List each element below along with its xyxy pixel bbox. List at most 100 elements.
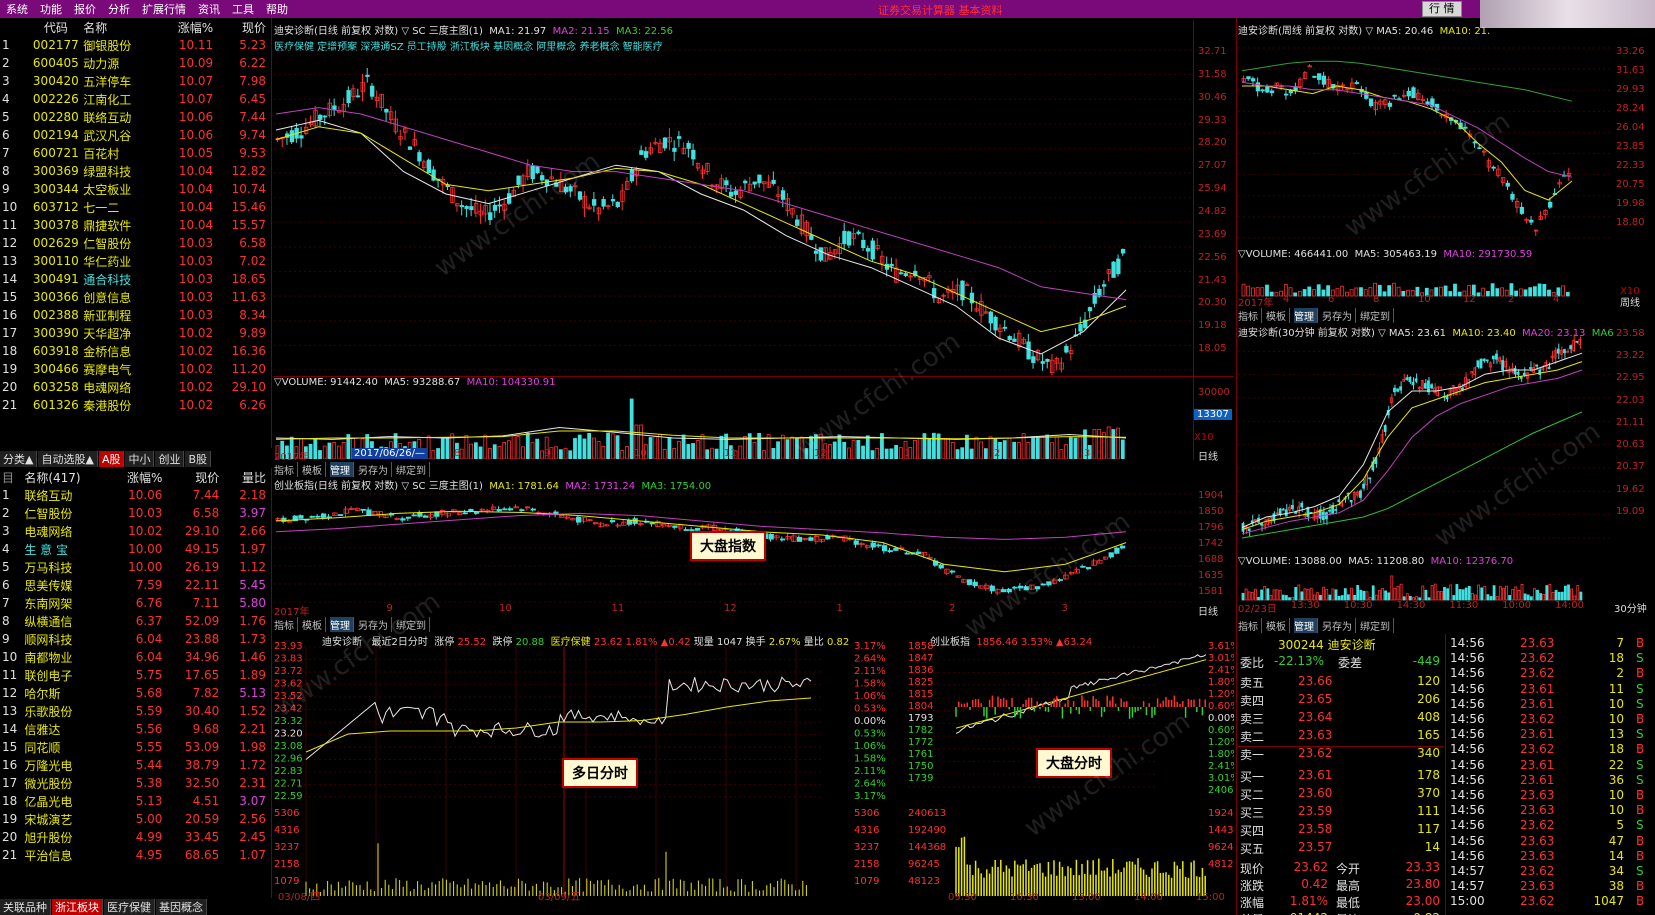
- toolbar-button[interactable]: 模板: [1266, 308, 1290, 323]
- watchlist-row[interactable]: 1 联络互动 10.06 7.44 2.18: [0, 486, 268, 504]
- period-weekly[interactable]: 周线: [1620, 294, 1640, 309]
- ranking-cell: 绿盟科技: [83, 164, 132, 179]
- watchlist-row[interactable]: 9 顺网科技 6.04 23.88 1.73: [0, 630, 268, 648]
- toolbar-button[interactable]: 另存为: [358, 462, 392, 477]
- ranking-row[interactable]: 16 002388 新亚制程 10.03 8.34: [0, 306, 268, 324]
- category-tab[interactable]: 分类▲: [0, 451, 38, 467]
- category-tab[interactable]: A股: [98, 451, 125, 467]
- ranking-row[interactable]: 14 300491 通合科技 10.03 18.65: [0, 270, 268, 288]
- toolbar-button[interactable]: 指标: [1238, 308, 1262, 323]
- col-ratio2[interactable]: 量比: [221, 468, 268, 486]
- toolbar-button[interactable]: 指标: [1238, 618, 1262, 633]
- menu-analysis[interactable]: 分析: [102, 1, 136, 17]
- ranking-row[interactable]: 17 300390 天华超净 10.02 9.89: [0, 324, 268, 342]
- toolbar-button[interactable]: 管理: [1294, 618, 1318, 633]
- category-tab[interactable]: 中小: [125, 451, 155, 467]
- menu-function[interactable]: 功能: [34, 1, 68, 17]
- toolbar-button[interactable]: 另存为: [1322, 618, 1356, 633]
- toolbar-button[interactable]: 管理: [330, 462, 354, 477]
- watchlist-row[interactable]: 6 思美传媒 7.59 22.11 5.45: [0, 576, 268, 594]
- menu-ad-text[interactable]: 证券交易计算器 基本资料: [878, 2, 1003, 18]
- category-tab[interactable]: B股: [185, 451, 212, 467]
- watchlist-row[interactable]: 20 旭升股份 4.99 33.45 2.45: [0, 828, 268, 846]
- col-code[interactable]: 代码: [30, 18, 81, 36]
- ranking-row[interactable]: 6 002194 武汉凡谷 10.06 9.74: [0, 126, 268, 144]
- category-tab[interactable]: 自动选股▲: [38, 451, 98, 467]
- menu-tools[interactable]: 工具: [226, 1, 260, 17]
- ranking-row[interactable]: 13 300110 华仁药业 10.03 7.02: [0, 252, 268, 270]
- toolbar-button[interactable]: 管理: [330, 617, 354, 632]
- watchlist-row[interactable]: 18 亿晶光电 5.13 4.51 3.07: [0, 792, 268, 810]
- toolbar-button[interactable]: 指标: [274, 462, 298, 477]
- toolbar-button[interactable]: 绑定到: [396, 617, 430, 632]
- watchlist-row[interactable]: 12 哈尔斯 5.68 7.82 5.13: [0, 684, 268, 702]
- weekly-chart[interactable]: 迪安诊断(周线 前复权 对数) ▽ MA5: 20.46 MA10: 21. ▽…: [1238, 20, 1613, 310]
- watchlist-row[interactable]: 15 同花顺 5.55 53.09 1.98: [0, 738, 268, 756]
- col-price2[interactable]: 现价: [164, 468, 221, 486]
- toolbar-button[interactable]: 绑定到: [396, 462, 430, 477]
- menu-quote[interactable]: 报价: [68, 1, 102, 17]
- ranking-row[interactable]: 4 002226 江南化工 10.07 6.45: [0, 90, 268, 108]
- sector-tab[interactable]: 关联品种: [0, 899, 51, 915]
- toolbar-button[interactable]: 绑定到: [1360, 618, 1394, 633]
- watchlist-row[interactable]: 10 南都物业 6.04 34.96 1.46: [0, 648, 268, 666]
- ranking-row[interactable]: 12 002629 仁智股份 10.03 6.58: [0, 234, 268, 252]
- ranking-row[interactable]: 10 603712 七一二 10.04 15.46: [0, 198, 268, 216]
- col-name2[interactable]: 名称(417): [22, 468, 111, 486]
- sector-tab[interactable]: 医疗保健: [104, 899, 155, 915]
- watchlist-row[interactable]: 14 信雅达 5.56 9.68 2.21: [0, 720, 268, 738]
- watchlist-row[interactable]: 3 电魂网络 10.02 29.10 2.66: [0, 522, 268, 540]
- menu-news[interactable]: 资讯: [192, 1, 226, 17]
- toolbar-button[interactable]: 模板: [302, 617, 326, 632]
- toolbar-button[interactable]: 管理: [1294, 308, 1318, 323]
- toolbar-button[interactable]: 另存为: [358, 617, 392, 632]
- ranking-row[interactable]: 8 300369 绿盟科技 10.04 12.82: [0, 162, 268, 180]
- period-daily[interactable]: 日线: [1198, 448, 1218, 463]
- period-daily-2[interactable]: 日线: [1198, 603, 1218, 618]
- toolbar-button[interactable]: 另存为: [1322, 308, 1356, 323]
- toolbar-button[interactable]: 模板: [1266, 618, 1290, 633]
- watchlist-row[interactable]: 11 联创电子 5.75 17.65 1.89: [0, 666, 268, 684]
- toolbar-button[interactable]: 指标: [274, 617, 298, 632]
- min30-chart[interactable]: 迪安诊断(30分钟 前复权 对数) ▽ MA5: 23.61 MA10: 23.…: [1238, 322, 1613, 607]
- ranking-row[interactable]: 7 600721 百花村 10.05 9.53: [0, 144, 268, 162]
- watchlist-row[interactable]: 19 宋城演艺 5.00 20.59 2.56: [0, 810, 268, 828]
- watchlist-row[interactable]: 8 纵横通信 6.37 52.09 1.76: [0, 612, 268, 630]
- watchlist-row[interactable]: 4 生 意 宝 10.00 49.15 1.97: [0, 540, 268, 558]
- watchlist-row[interactable]: 21 平治信息 4.95 68.65 1.07: [0, 846, 268, 864]
- watchlist-row[interactable]: 2 仁智股份 10.03 6.58 3.97: [0, 504, 268, 522]
- ranking-row[interactable]: 2 600405 动力源 10.09 6.22: [0, 54, 268, 72]
- col-change2[interactable]: 涨幅%: [112, 468, 165, 486]
- index-left-label: 1825: [908, 677, 933, 688]
- sector-tab[interactable]: 浙江板块: [52, 899, 103, 915]
- sector-tab[interactable]: 基因概念: [156, 899, 207, 915]
- ranking-row[interactable]: 15 300366 创意信息 10.03 11.63: [0, 288, 268, 306]
- menu-help[interactable]: 帮助: [260, 1, 294, 17]
- ranking-row[interactable]: 11 300378 鼎捷软件 10.04 15.57: [0, 216, 268, 234]
- col-price[interactable]: 现价: [215, 18, 268, 36]
- quote-tab-button[interactable]: 行 情: [1422, 1, 1462, 17]
- ranking-row[interactable]: 3 300420 五洋停车 10.07 7.98: [0, 72, 268, 90]
- col-change[interactable]: 涨幅%: [156, 18, 215, 36]
- watchlist-row[interactable]: 7 东南网架 6.76 7.11 5.80: [0, 594, 268, 612]
- watchlist-row[interactable]: 17 微光股份 5.38 32.50 2.31: [0, 774, 268, 792]
- ranking-row[interactable]: 18 603918 金桥信息 10.02 16.36: [0, 342, 268, 360]
- watchlist-row[interactable]: 13 乐歌股份 5.59 30.40 1.52: [0, 702, 268, 720]
- ranking-row[interactable]: 9 300344 太空板业 10.04 10.74: [0, 180, 268, 198]
- ranking-row[interactable]: 5 002280 联络互动 10.06 7.44: [0, 108, 268, 126]
- menu-extended[interactable]: 扩展行情: [136, 1, 192, 17]
- category-tab[interactable]: 创业: [155, 451, 185, 467]
- menu-system[interactable]: 系统: [0, 1, 34, 17]
- watchlist-row[interactable]: 5 万马科技 10.00 26.19 1.12: [0, 558, 268, 576]
- main-daily-chart[interactable]: 迪安诊断(日线 前复权 对数) ▽ SC 三度主图(1) MA1: 21.97 …: [274, 20, 1194, 375]
- col-name[interactable]: 名称: [81, 18, 156, 36]
- toolbar-button[interactable]: 绑定到: [1360, 308, 1394, 323]
- toolbar-button[interactable]: 模板: [302, 462, 326, 477]
- ranking-row[interactable]: 20 603258 电魂网络 10.02 29.10: [0, 378, 268, 396]
- ranking-row[interactable]: 1 002177 御银股份 10.11 5.23: [0, 36, 268, 54]
- ranking-row[interactable]: 19 300466 赛摩电气 10.02 11.20: [0, 360, 268, 378]
- period-30min[interactable]: 30分钟: [1614, 600, 1647, 615]
- watchlist-row[interactable]: 16 万隆光电 5.44 38.79 1.72: [0, 756, 268, 774]
- ranking-row[interactable]: 21 601326 秦港股份 10.02 6.26: [0, 396, 268, 414]
- bid-ratio: -22.13%: [1274, 654, 1325, 668]
